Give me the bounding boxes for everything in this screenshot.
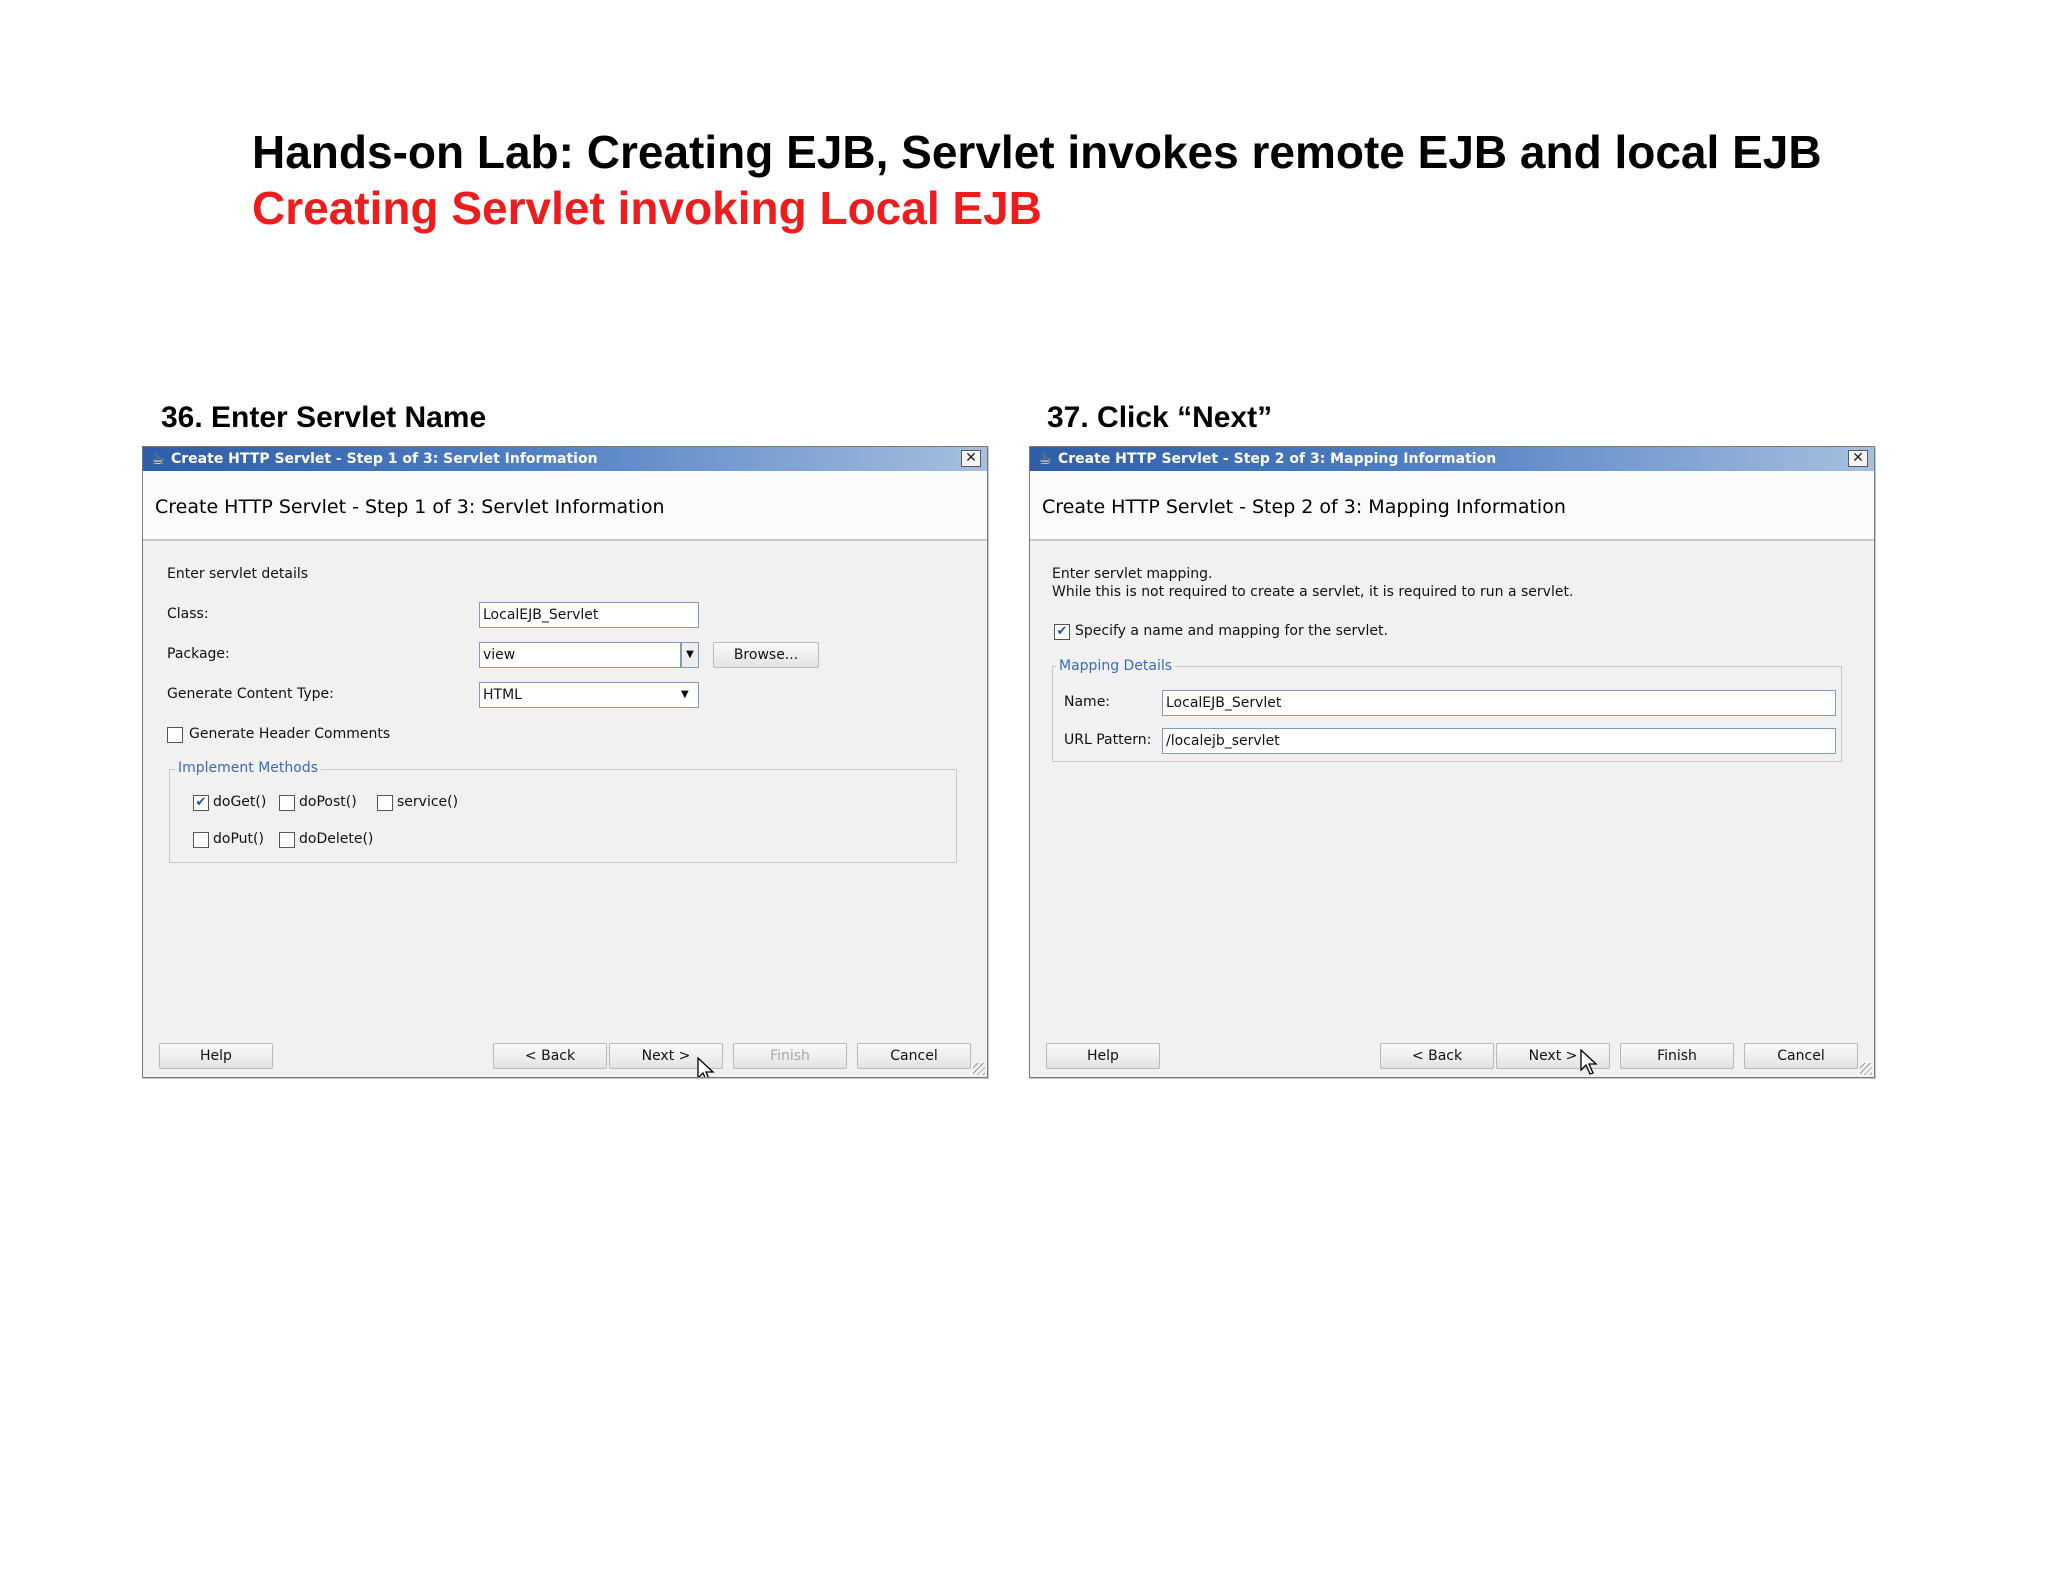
- implement-methods-title: Implement Methods: [175, 759, 322, 777]
- package-dropdown-icon[interactable]: ▼: [681, 642, 699, 668]
- step2-titlebar[interactable]: ☕ Create HTTP Servlet - Step 2 of 3: Map…: [1030, 447, 1874, 471]
- service-checkbox[interactable]: [377, 795, 393, 811]
- step1-intro: Enter servlet details: [167, 566, 309, 582]
- java-cup-icon: ☕: [151, 450, 165, 468]
- cancel-button[interactable]: Cancel: [1744, 1043, 1858, 1069]
- step1-caption: 36. Enter Servlet Name: [161, 401, 487, 434]
- step1-window-title: Create HTTP Servlet - Step 1 of 3: Servl…: [171, 451, 598, 467]
- content-type-select[interactable]: HTML: [479, 682, 699, 708]
- dodelete-label: doDelete(): [299, 831, 374, 847]
- page-subtitle: Creating Servlet invoking Local EJB: [252, 182, 1042, 234]
- dopost-label: doPost(): [299, 794, 357, 810]
- close-icon[interactable]: ✕: [961, 450, 981, 467]
- step1-header-text: Create HTTP Servlet - Step 1 of 3: Servl…: [155, 496, 665, 518]
- step1-titlebar[interactable]: ☕ Create HTTP Servlet - Step 1 of 3: Ser…: [143, 447, 987, 471]
- header-comments-checkbox[interactable]: [167, 727, 183, 743]
- finish-button[interactable]: Finish: [733, 1043, 847, 1069]
- doput-label: doPut(): [213, 831, 264, 847]
- step2-intro-line1: Enter servlet mapping.: [1052, 566, 1213, 582]
- content-type-label: Generate Content Type:: [167, 686, 334, 702]
- dodelete-checkbox[interactable]: [279, 832, 295, 848]
- package-label: Package:: [167, 646, 230, 662]
- help-button[interactable]: Help: [1046, 1043, 1160, 1069]
- back-button[interactable]: < Back: [1380, 1043, 1494, 1069]
- finish-button[interactable]: Finish: [1620, 1043, 1734, 1069]
- step1-header: Create HTTP Servlet - Step 1 of 3: Servl…: [143, 471, 987, 541]
- class-input[interactable]: LocalEJB_Servlet: [479, 602, 699, 628]
- name-label: Name:: [1064, 694, 1111, 710]
- resize-grip[interactable]: [973, 1063, 985, 1075]
- mouse-cursor-icon: [697, 1057, 715, 1077]
- doget-label: doGet(): [213, 794, 267, 810]
- step1-dialog: ☕ Create HTTP Servlet - Step 1 of 3: Ser…: [142, 446, 988, 1078]
- content-type-dropdown-icon[interactable]: ▼: [681, 688, 689, 702]
- step2-header: Create HTTP Servlet - Step 2 of 3: Mappi…: [1030, 471, 1874, 541]
- doput-checkbox[interactable]: [193, 832, 209, 848]
- java-cup-icon: ☕: [1038, 450, 1052, 468]
- specify-checkbox[interactable]: ✔: [1054, 624, 1070, 640]
- name-input[interactable]: LocalEJB_Servlet: [1162, 690, 1836, 716]
- step2-intro-line2: While this is not required to create a s…: [1052, 584, 1574, 600]
- close-icon[interactable]: ✕: [1848, 450, 1868, 467]
- step2-header-text: Create HTTP Servlet - Step 2 of 3: Mappi…: [1042, 496, 1566, 518]
- resize-grip[interactable]: [1860, 1063, 1872, 1075]
- step2-caption: 37. Click “Next”: [1047, 401, 1273, 434]
- browse-button[interactable]: Browse...: [713, 642, 819, 668]
- step2-dialog: ☕ Create HTTP Servlet - Step 2 of 3: Map…: [1029, 446, 1875, 1078]
- back-button[interactable]: < Back: [493, 1043, 607, 1069]
- mapping-details-title: Mapping Details: [1056, 657, 1176, 675]
- specify-label: Specify a name and mapping for the servl…: [1075, 623, 1388, 639]
- implement-methods-group: [169, 769, 957, 863]
- cancel-button[interactable]: Cancel: [857, 1043, 971, 1069]
- step2-window-title: Create HTTP Servlet - Step 2 of 3: Mappi…: [1058, 451, 1497, 467]
- page-title: Hands-on Lab: Creating EJB, Servlet invo…: [252, 126, 1822, 178]
- url-pattern-label: URL Pattern:: [1064, 732, 1152, 748]
- doget-checkbox[interactable]: ✔: [193, 795, 209, 811]
- url-pattern-input[interactable]: /localejb_servlet: [1162, 728, 1836, 754]
- help-button[interactable]: Help: [159, 1043, 273, 1069]
- dopost-checkbox[interactable]: [279, 795, 295, 811]
- header-comments-label: Generate Header Comments: [189, 726, 391, 742]
- package-input[interactable]: view: [479, 642, 681, 668]
- mouse-cursor-icon: [1580, 1049, 1598, 1075]
- class-label: Class:: [167, 606, 209, 622]
- service-label: service(): [397, 794, 459, 810]
